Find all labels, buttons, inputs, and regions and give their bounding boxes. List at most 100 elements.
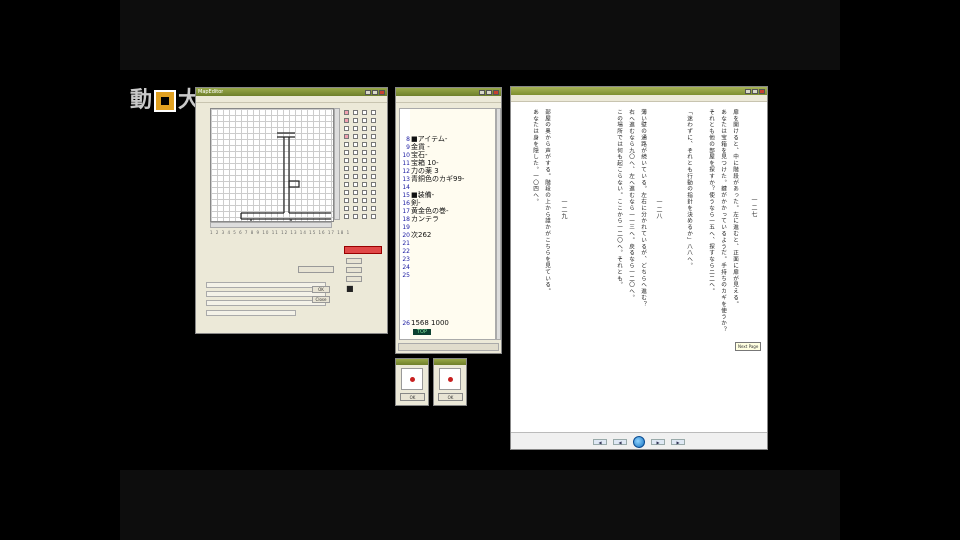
palette-option-button[interactable] [346,258,362,264]
map-setting-field[interactable] [206,310,296,316]
list-item[interactable]: 22 [400,247,495,255]
mini-dialog-titlebar[interactable] [434,359,466,365]
palette-tile[interactable] [362,182,367,187]
palette-tile[interactable] [371,166,376,171]
list-item[interactable]: 25 [400,271,495,279]
maximize-icon[interactable] [486,89,492,95]
palette-tile[interactable] [353,214,358,219]
mini-ok-button[interactable]: OK [400,393,425,401]
palette-tile[interactable] [371,182,376,187]
mini-ok-button[interactable]: OK [438,393,463,401]
list-item[interactable]: 23 [400,255,495,263]
palette-tile[interactable] [362,198,367,203]
map-horizontal-scrollbar[interactable] [210,222,332,228]
data-list-menubar[interactable] [396,96,501,103]
palette-option-button[interactable] [346,267,362,273]
palette-tile[interactable] [371,110,376,115]
palette-tile[interactable] [353,142,358,147]
palette-tile[interactable] [353,118,358,123]
palette-tile[interactable] [362,174,367,179]
palette-tile[interactable] [362,142,367,147]
active-tile-indicator[interactable] [344,246,382,254]
list-item[interactable]: 14 [400,183,495,191]
palette-tile[interactable] [371,118,376,123]
palette-tile[interactable] [371,150,376,155]
palette-tile[interactable] [353,126,358,131]
close-icon[interactable] [759,88,765,94]
map-grid-canvas[interactable] [210,108,334,222]
list-item[interactable]: 15■装備- [400,191,495,199]
palette-tile[interactable] [371,158,376,163]
list-item[interactable]: 12力の薬 3 [400,167,495,175]
palette-tile[interactable] [362,126,367,131]
palette-tile[interactable] [344,110,349,115]
reader-titlebar[interactable] [511,87,767,95]
list-item[interactable]: 13青銅色のカギ99- [400,175,495,183]
prev-page-button[interactable]: ◀ [613,438,627,445]
palette-tile[interactable] [344,174,349,179]
next-page-button[interactable]: ▶ [651,438,665,445]
close-button[interactable]: Close [312,296,330,303]
map-setting-field[interactable] [206,291,326,297]
mini-dialog-titlebar[interactable] [396,359,428,365]
palette-tile[interactable] [344,150,349,155]
list-item[interactable]: 16剣- [400,199,495,207]
map-setting-field[interactable] [206,282,326,288]
palette-tile[interactable] [362,150,367,155]
last-page-button[interactable]: ▶ [671,438,685,445]
palette-tile[interactable] [371,214,376,219]
map-setting-field[interactable] [206,300,326,306]
list-item[interactable]: 9金貨 - [400,143,495,151]
data-list-titlebar[interactable] [396,88,501,96]
palette-tile[interactable] [353,198,358,203]
palette-tile[interactable] [362,214,367,219]
palette-tile[interactable] [344,190,349,195]
list-item[interactable]: 19 [400,223,495,231]
map-vertical-scrollbar[interactable] [334,108,340,220]
minimize-icon[interactable] [745,88,751,94]
palette-tile[interactable] [344,198,349,203]
palette-tile[interactable] [344,126,349,131]
palette-tile[interactable] [371,142,376,147]
maximize-icon[interactable] [752,88,758,94]
palette-tile[interactable] [362,190,367,195]
list-item[interactable]: 20次262 [400,231,495,239]
palette-tile[interactable] [353,166,358,171]
palette-tile[interactable] [353,110,358,115]
palette-tile[interactable] [362,118,367,123]
map-editor-titlebar[interactable]: MapEditor [196,88,387,96]
palette-tile[interactable] [344,118,349,123]
palette-tile[interactable] [344,158,349,163]
palette-tile[interactable] [371,190,376,195]
palette-tile[interactable] [344,166,349,171]
maximize-icon[interactable] [372,89,378,95]
top-tag[interactable]: TOP [413,329,432,335]
palette-tile[interactable] [344,142,349,147]
minimize-icon[interactable] [479,89,485,95]
palette-option-button[interactable] [346,276,362,282]
list-item[interactable]: 24 [400,263,495,271]
palette-tile[interactable] [344,182,349,187]
list-item[interactable]: 10宝石- [400,151,495,159]
map-property-button[interactable] [298,266,334,273]
palette-tile[interactable] [353,190,358,195]
close-icon[interactable] [493,89,499,95]
map-editor-menubar[interactable] [196,96,387,103]
palette-tile[interactable] [353,182,358,187]
list-item[interactable]: 21 [400,239,495,247]
play-disc-icon[interactable] [633,435,645,448]
palette-tile[interactable] [344,206,349,211]
first-page-button[interactable]: ◀ [593,438,607,445]
palette-tile[interactable] [362,134,367,139]
palette-tile[interactable] [371,134,376,139]
list-item[interactable]: 261568 1000 [400,319,495,327]
palette-tile[interactable] [371,126,376,131]
tile-palette[interactable] [344,108,384,248]
palette-tile[interactable] [362,166,367,171]
palette-tile[interactable] [362,110,367,115]
palette-tile[interactable] [371,206,376,211]
ok-button[interactable]: OK [312,286,330,293]
palette-tile[interactable] [344,214,349,219]
palette-tile[interactable] [353,158,358,163]
data-list[interactable]: 8■アイテム- 9金貨 - 10宝石- 11宝箱 10- 12力の薬 3 13青… [399,108,496,340]
